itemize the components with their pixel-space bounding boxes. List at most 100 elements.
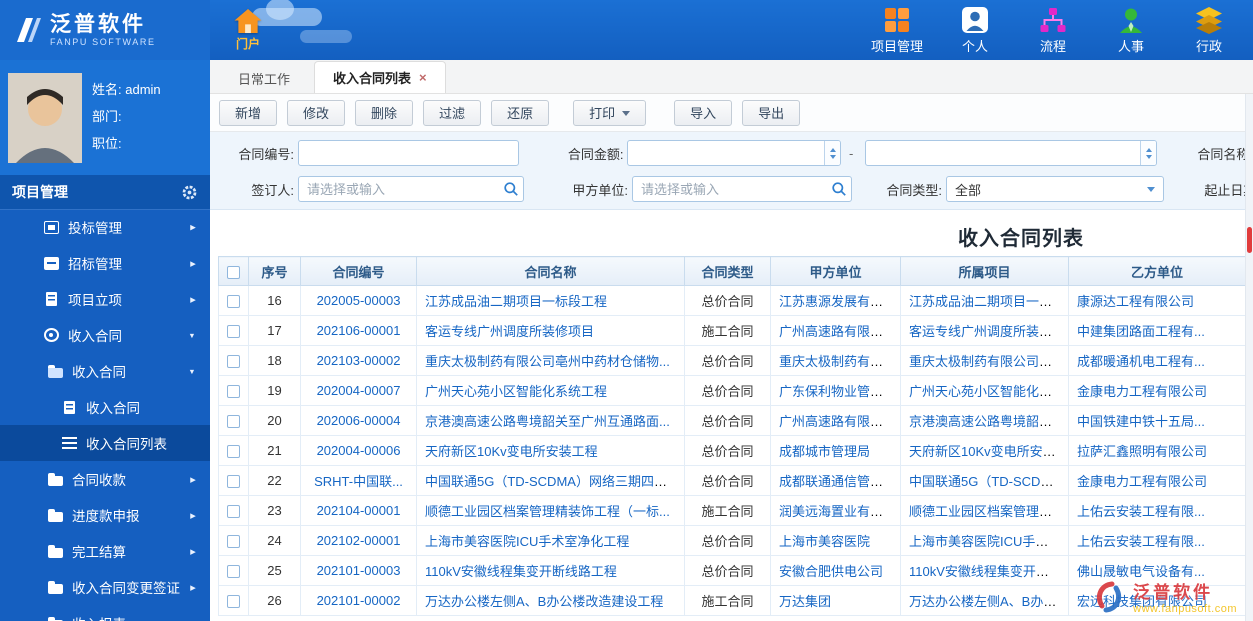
sidebar-item-bidding-management[interactable]: 投标管理 ▶ [0, 209, 210, 245]
party-a-link[interactable]: 广州高速路有限公司 [779, 414, 896, 429]
party-b-link[interactable]: 成都暖通机电工程有... [1077, 354, 1205, 369]
contract-name-link[interactable]: 110kV安徽线程集变开断线路工程 [425, 564, 617, 579]
table-row[interactable]: 24 202102-00001 上海市美容医院ICU手术室净化工程 总价合同 上… [218, 525, 1246, 556]
sidebar-item-contract-receipt[interactable]: 合同收款 ▶ [0, 461, 210, 497]
contract-code-link[interactable]: 202004-00007 [317, 383, 401, 398]
vertical-scrollbar[interactable] [1245, 94, 1253, 621]
contract-code-link[interactable]: 202104-00001 [317, 503, 401, 518]
nav-project-management[interactable]: 项目管理 [869, 6, 925, 55]
row-checkbox[interactable] [227, 595, 240, 609]
project-link[interactable]: 中国联通5G（TD-SCDMA... [909, 474, 1068, 489]
col-header-code[interactable]: 合同编号 [300, 256, 417, 286]
row-checkbox[interactable] [227, 475, 240, 489]
delete-button[interactable]: 删除 [355, 99, 414, 126]
import-button[interactable]: 导入 [674, 99, 733, 126]
col-header-party-b[interactable]: 乙方单位 [1068, 256, 1246, 286]
party-a-link[interactable]: 上海市美容医院 [779, 534, 870, 549]
contract-name-link[interactable]: 广州天心苑小区智能化系统工程 [425, 384, 607, 399]
select-all-checkbox[interactable] [227, 265, 240, 279]
table-row[interactable]: 26 202101-00002 万达办公楼左侧A、B办公楼改造建设工程 施工合同… [218, 585, 1246, 616]
party-b-link[interactable]: 上佑云安装工程有限... [1077, 534, 1205, 549]
row-checkbox[interactable] [227, 445, 240, 459]
sidebar-item-income-contract[interactable]: 收入合同 ▼ [0, 317, 210, 353]
gear-icon[interactable] [181, 184, 198, 201]
new-button[interactable]: 新增 [219, 99, 278, 126]
contract-name-link[interactable]: 京港澳高速公路粤境韶关至广州互通路面... [425, 414, 670, 429]
contract-code-link[interactable]: 202103-00002 [317, 353, 401, 368]
party-b-link[interactable]: 拉萨汇鑫照明有限公司 [1077, 444, 1207, 459]
party-b-link[interactable]: 中国铁建中铁十五局... [1077, 414, 1205, 429]
nav-hr[interactable]: 人事 [1103, 6, 1159, 55]
party-a-link[interactable]: 广东保利物业管理... [779, 384, 894, 399]
row-checkbox[interactable] [227, 385, 240, 399]
contract-name-link[interactable]: 重庆太极制药有限公司亳州中药材仓储物... [425, 354, 670, 369]
party-a-link[interactable]: 成都联通通信管理局 [779, 474, 896, 489]
spinner-icon[interactable] [824, 141, 841, 165]
row-checkbox[interactable] [227, 535, 240, 549]
project-link[interactable]: 天府新区10Kv变电所安装... [909, 444, 1066, 459]
sidebar-item-income-contract-entry[interactable]: 收入合同 [0, 389, 210, 425]
sidebar-item-project-initiation[interactable]: 项目立项 ▶ [0, 281, 210, 317]
portal-button[interactable]: 门户 [224, 8, 272, 52]
contract-name-link[interactable]: 万达办公楼左侧A、B办公楼改造建设工程 [425, 594, 663, 609]
contract-type-select[interactable]: 全部 [946, 176, 1164, 202]
col-header-name[interactable]: 合同名称 [416, 256, 685, 286]
scrollbar-thumb[interactable] [1247, 227, 1252, 253]
contract-code-link[interactable]: 202101-00002 [317, 593, 401, 608]
tab-income-contract-list[interactable]: 收入合同列表 × [314, 61, 446, 93]
contract-name-link[interactable]: 天府新区10Kv变电所安装工程 [425, 444, 598, 459]
project-link[interactable]: 客运专线广州调度所装修... [909, 324, 1063, 339]
project-link[interactable]: 京港澳高速公路粤境韶关... [909, 414, 1063, 429]
contract-code-link[interactable]: 202106-00001 [317, 323, 401, 338]
party-a-link[interactable]: 江苏惠源发展有限公... [779, 294, 900, 309]
row-checkbox[interactable] [227, 505, 240, 519]
contract-no-input[interactable] [298, 140, 520, 166]
contract-name-link[interactable]: 江苏成品油二期项目一标段工程 [425, 294, 607, 309]
project-link[interactable]: 万达办公楼左侧A、B办公... [909, 594, 1067, 609]
party-a-link[interactable]: 安徽合肥供电公司 [779, 564, 883, 579]
party-b-link[interactable]: 金康电力工程有限公司 [1077, 384, 1207, 399]
amount-min-input[interactable] [627, 140, 842, 166]
row-checkbox[interactable] [227, 295, 240, 309]
party-a-link[interactable]: 成都城市管理局 [779, 444, 870, 459]
col-header-index[interactable]: 序号 [248, 256, 301, 286]
nav-admin[interactable]: 行政 [1181, 6, 1237, 55]
party-b-link[interactable]: 金康电力工程有限公司 [1077, 474, 1207, 489]
restore-button[interactable]: 还原 [491, 99, 550, 126]
table-row[interactable]: 23 202104-00001 顺德工业园区档案管理精装饰工程（一标... 施工… [218, 495, 1246, 526]
table-row[interactable]: 19 202004-00007 广州天心苑小区智能化系统工程 总价合同 广东保利… [218, 375, 1246, 406]
sidebar-item-contract-change-visa[interactable]: 收入合同变更签证 ▶ [0, 569, 210, 605]
project-link[interactable]: 顺德工业园区档案管理精... [909, 504, 1063, 519]
spinner-icon[interactable] [1140, 141, 1156, 165]
party-b-link[interactable]: 中建集团路面工程有... [1077, 324, 1205, 339]
search-icon[interactable] [503, 181, 519, 197]
party-a-link[interactable]: 重庆太极制药有限... [779, 354, 894, 369]
contract-name-link[interactable]: 顺德工业园区档案管理精装饰工程（一标... [425, 504, 670, 519]
tab-close-icon[interactable]: × [419, 71, 427, 84]
project-link[interactable]: 110kV安徽线程集变开断线... [909, 564, 1068, 579]
row-checkbox[interactable] [227, 325, 240, 339]
contract-code-link[interactable]: 202006-00004 [317, 413, 401, 428]
party-b-link[interactable]: 宏远科技集团有限公司 [1077, 594, 1207, 609]
project-link[interactable]: 上海市美容医院ICU手术室... [909, 534, 1068, 549]
nav-process[interactable]: 流程 [1025, 6, 1081, 55]
export-button[interactable]: 导出 [742, 99, 801, 126]
table-row[interactable]: 18 202103-00002 重庆太极制药有限公司亳州中药材仓储物... 总价… [218, 345, 1246, 376]
amount-max-input[interactable] [865, 140, 1157, 166]
nav-personal[interactable]: 个人 [947, 6, 1003, 55]
sidebar-item-tender-management[interactable]: 招标管理 ▶ [0, 245, 210, 281]
tab-daily-work[interactable]: 日常工作 [220, 63, 308, 93]
sidebar-item-progress-payment[interactable]: 进度款申报 ▶ [0, 497, 210, 533]
col-header-project[interactable]: 所属项目 [900, 256, 1069, 286]
contract-code-link[interactable]: 202101-00003 [317, 563, 401, 578]
party-a-link[interactable]: 润美远海置业有限... [779, 504, 894, 519]
sidebar-item-completion-settlement[interactable]: 完工结算 ▶ [0, 533, 210, 569]
party-a-input[interactable] [632, 176, 852, 202]
search-icon[interactable] [831, 181, 847, 197]
sidebar-item-income-report[interactable]: 收入报表 ▶ [0, 605, 210, 621]
contract-code-link[interactable]: 202005-00003 [317, 293, 401, 308]
contract-code-link[interactable]: 202004-00006 [317, 443, 401, 458]
contract-code-link[interactable]: SRHT-中国联... [314, 474, 403, 489]
row-checkbox[interactable] [227, 415, 240, 429]
party-a-link[interactable]: 万达集团 [779, 594, 831, 609]
